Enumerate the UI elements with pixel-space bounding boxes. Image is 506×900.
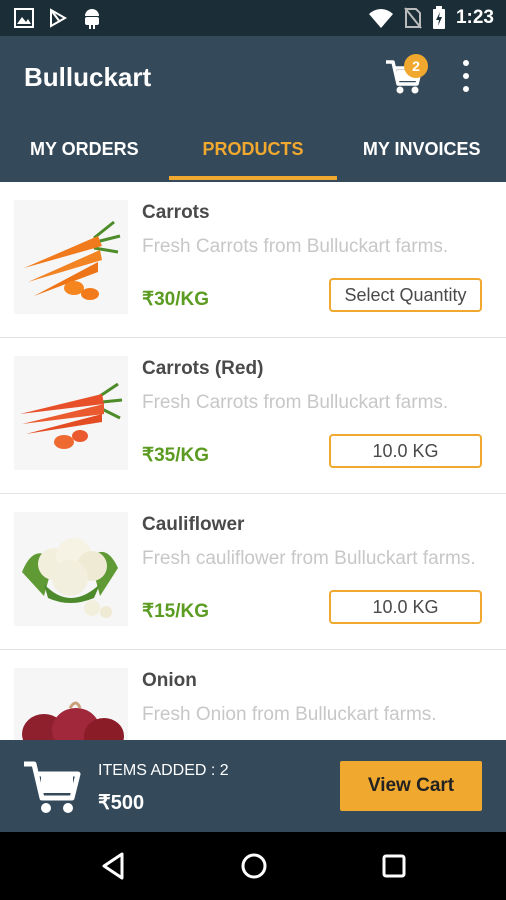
- product-name: Carrots: [142, 202, 210, 223]
- items-added-count: ITEMS ADDED : 2: [98, 762, 229, 779]
- product-price: ₹30/KG: [142, 289, 210, 310]
- wifi-icon: [368, 9, 393, 28]
- cart-button[interactable]: 2: [384, 54, 430, 98]
- home-icon[interactable]: [238, 850, 270, 882]
- onion-image: [14, 668, 128, 740]
- image-icon: [14, 8, 34, 28]
- menu-dot-icon: [463, 73, 469, 79]
- product-description: Fresh Carrots from Bulluckart farms.: [142, 392, 449, 413]
- product-name: Cauliflower: [142, 514, 245, 535]
- product-description: Fresh cauliflower from Bulluckart farms.: [142, 548, 476, 569]
- quantity-selector[interactable]: 10.0 KG: [329, 590, 482, 624]
- cauliflower-image: [14, 512, 128, 626]
- product-item[interactable]: Cauliflower Fresh cauliflower from Bullu…: [0, 494, 506, 650]
- back-icon[interactable]: [98, 850, 130, 882]
- tab-bar: MY ORDERS PRODUCTS MY INVOICES: [0, 126, 506, 182]
- product-description: Fresh Carrots from Bulluckart farms.: [142, 236, 449, 257]
- product-price: ₹15/KG: [142, 601, 210, 622]
- product-item[interactable]: Onion Fresh Onion from Bulluckart farms.: [0, 650, 506, 740]
- cart-icon: [22, 758, 82, 816]
- carrots-image: [14, 200, 128, 314]
- product-list: Carrots Fresh Carrots from Bulluckart fa…: [0, 182, 506, 740]
- red-carrots-image: [14, 356, 128, 470]
- product-price: ₹35/KG: [142, 445, 210, 466]
- tab-my-invoices[interactable]: MY INVOICES: [337, 126, 506, 182]
- android-icon: [85, 9, 99, 29]
- product-name: Carrots (Red): [142, 358, 264, 379]
- app-bar: Bulluckart 2 MY ORDERS PRODUCTS MY INVOI…: [0, 36, 506, 182]
- play-store-icon: [50, 8, 68, 28]
- overflow-menu-button[interactable]: [452, 56, 480, 96]
- menu-dot-icon: [463, 86, 469, 92]
- tab-products[interactable]: PRODUCTS: [168, 126, 338, 182]
- product-item[interactable]: Carrots (Red) Fresh Carrots from Bulluck…: [0, 338, 506, 494]
- product-name: Onion: [142, 670, 197, 691]
- product-description: Fresh Onion from Bulluckart farms.: [142, 704, 437, 725]
- recents-icon[interactable]: [378, 850, 410, 882]
- menu-dot-icon: [463, 60, 469, 66]
- cart-summary-bar: ITEMS ADDED : 2 ₹500 View Cart: [0, 740, 506, 832]
- cart-badge: 2: [404, 54, 428, 78]
- cart-total: ₹500: [98, 792, 145, 814]
- tab-my-orders[interactable]: MY ORDERS: [0, 126, 169, 182]
- status-bar: 1:23: [0, 0, 506, 36]
- battery-charging-icon: [432, 6, 445, 29]
- app-title: Bulluckart: [24, 62, 152, 92]
- quantity-selector[interactable]: Select Quantity: [329, 278, 482, 312]
- navigation-bar: [0, 832, 506, 900]
- view-cart-button[interactable]: View Cart: [340, 761, 482, 811]
- status-time: 1:23: [455, 7, 494, 28]
- product-item[interactable]: Carrots Fresh Carrots from Bulluckart fa…: [0, 182, 506, 338]
- quantity-selector[interactable]: 10.0 KG: [329, 434, 482, 468]
- no-sim-icon: [404, 7, 422, 29]
